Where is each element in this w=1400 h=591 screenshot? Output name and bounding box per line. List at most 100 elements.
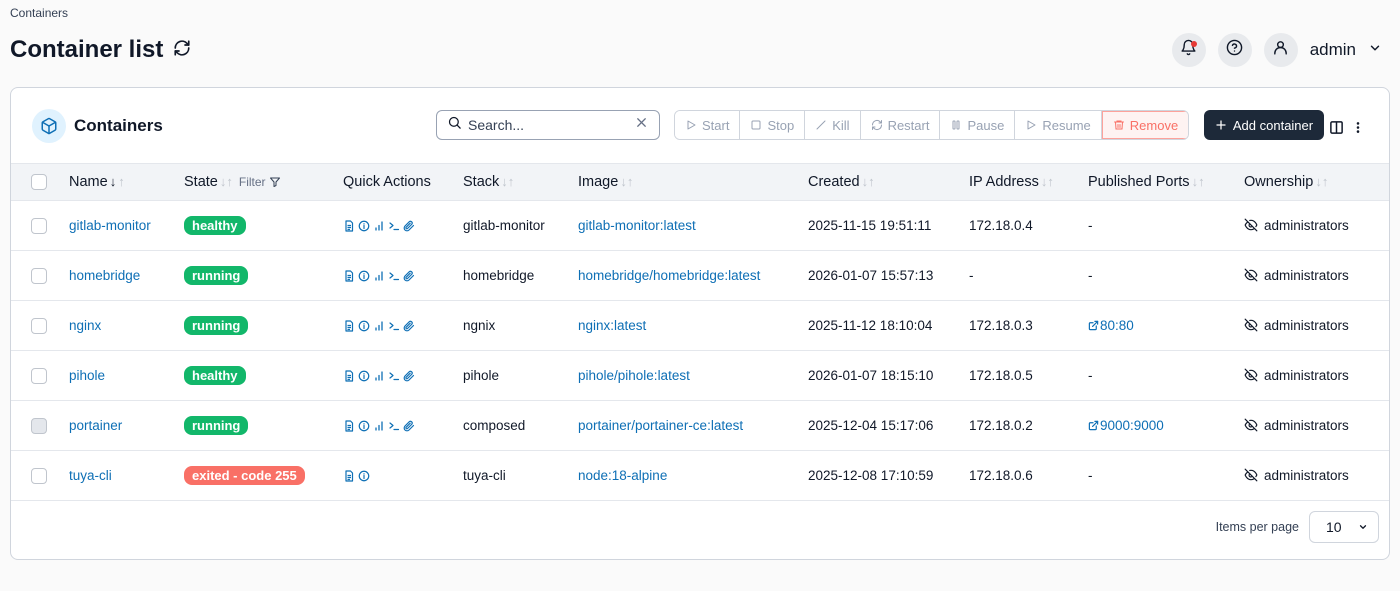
external-link-icon[interactable] [1088,420,1099,431]
ownership-cell: administrators [1244,451,1389,501]
console-icon[interactable] [388,420,400,432]
console-icon[interactable] [388,370,400,382]
container-name-cell: portainer [69,401,184,451]
col-ownership[interactable]: Ownership ↓↑ [1244,163,1389,201]
select-all-cell [11,163,69,201]
logs-icon[interactable] [343,320,355,333]
user-name[interactable]: admin [1310,40,1356,60]
container-name-link[interactable]: gitlab-monitor [69,218,151,233]
col-ip[interactable]: IP Address ↓↑ [969,163,1088,201]
add-container-button[interactable]: Add container [1204,110,1324,140]
console-icon[interactable] [388,270,400,282]
user-avatar[interactable] [1263,33,1298,67]
row-checkbox[interactable] [31,317,47,334]
table-row: pihole healthy pihole pihole/pihole:late… [11,351,1389,401]
container-name-link[interactable]: portainer [69,418,122,433]
logs-icon[interactable] [343,420,355,433]
logs-icon[interactable] [343,370,355,383]
clear-search-icon[interactable] [634,115,649,135]
select-all-checkbox[interactable] [31,174,47,191]
state-filter[interactable]: Filter [239,175,281,189]
image-link[interactable]: homebridge/homebridge:latest [578,268,760,283]
container-name-link[interactable]: tuya-cli [69,468,112,483]
start-button[interactable]: Start [675,111,741,139]
container-name-link[interactable]: homebridge [69,268,140,283]
image-link[interactable]: portainer/portainer-ce:latest [578,418,743,433]
attach-icon[interactable] [403,370,415,382]
col-state[interactable]: State ↓↑ Filter [184,163,343,201]
quick-actions-cell[interactable] [343,201,463,251]
row-checkbox[interactable] [31,267,47,284]
restart-button[interactable]: Restart [860,111,941,139]
image-link[interactable]: pihole/pihole:latest [578,368,690,383]
resume-button[interactable]: Resume [1015,111,1102,139]
quick-actions-cell[interactable] [343,251,463,301]
image-link[interactable]: nginx:latest [578,318,646,333]
columns-icon[interactable] [1329,120,1344,140]
search-input[interactable] [468,117,628,133]
row-checkbox[interactable] [31,217,47,234]
col-created[interactable]: Created ↓↑ [808,163,969,201]
info-icon[interactable] [358,270,370,282]
attach-icon[interactable] [403,270,415,282]
help-button[interactable] [1217,33,1252,67]
sort-icon: ↓↑ [219,174,233,189]
stats-icon[interactable] [373,220,385,232]
stats-icon[interactable] [373,370,385,382]
image-link[interactable]: gitlab-monitor:latest [578,218,696,233]
chevron-down-icon[interactable] [1368,41,1382,60]
row-checkbox[interactable] [31,467,47,484]
info-icon[interactable] [358,320,370,332]
sort-icon: ↓↑ [1191,174,1205,189]
trash-icon [1113,120,1124,130]
items-per-page-select[interactable]: 10 [1309,511,1379,543]
quick-actions-cell[interactable] [343,451,463,501]
info-icon[interactable] [358,370,370,382]
col-image[interactable]: Image ↓↑ [578,163,808,201]
logs-icon[interactable] [343,220,355,233]
attach-icon[interactable] [403,420,415,432]
row-checkbox[interactable] [31,417,47,434]
search-box[interactable] [436,110,660,140]
published-port-link[interactable]: 80:80 [1088,318,1134,333]
stop-button[interactable]: Stop [740,111,806,139]
quick-actions-cell[interactable] [343,351,463,401]
console-icon[interactable] [388,220,400,232]
console-icon[interactable] [388,320,400,332]
remove-button[interactable]: Remove [1101,111,1189,139]
notification-dot [1190,41,1197,47]
created-cell: 2026-01-07 15:57:13 [808,268,934,283]
image-link[interactable]: node:18-alpine [578,468,667,483]
col-ports[interactable]: Published Ports ↓↑ [1088,163,1244,201]
container-name-link[interactable]: pihole [69,368,105,383]
ip-cell: 172.18.0.4 [969,218,1033,233]
container-name-link[interactable]: nginx [69,318,101,333]
more-options-icon[interactable] [1351,120,1365,140]
col-stack[interactable]: Stack ↓↑ [463,163,578,201]
stats-icon[interactable] [373,320,385,332]
logs-icon[interactable] [343,270,355,283]
info-icon[interactable] [358,420,370,432]
external-link-icon[interactable] [1088,320,1099,331]
table-body: gitlab-monitor healthy gitlab-monitor gi… [11,201,1389,501]
quick-actions-cell[interactable] [343,401,463,451]
quick-actions-cell[interactable] [343,301,463,351]
logs-icon[interactable] [343,470,355,483]
attach-icon[interactable] [403,220,415,232]
kill-button[interactable]: Kill [805,111,861,139]
notifications-button[interactable] [1171,33,1206,67]
row-checkbox[interactable] [31,367,47,384]
breadcrumb[interactable]: Containers [10,6,68,20]
stats-icon[interactable] [373,270,385,282]
image-cell: gitlab-monitor:latest [578,201,808,251]
col-name[interactable]: Name ↓ ↑ [69,163,184,201]
stats-icon[interactable] [373,420,385,432]
state-cell: running [184,251,343,301]
pause-button[interactable]: Pause [940,111,1016,139]
info-icon[interactable] [358,470,370,482]
eye-off-icon [1244,368,1258,382]
attach-icon[interactable] [403,320,415,332]
published-port-link[interactable]: 9000:9000 [1088,418,1164,433]
info-icon[interactable] [358,220,370,232]
refresh-icon[interactable] [173,36,191,64]
